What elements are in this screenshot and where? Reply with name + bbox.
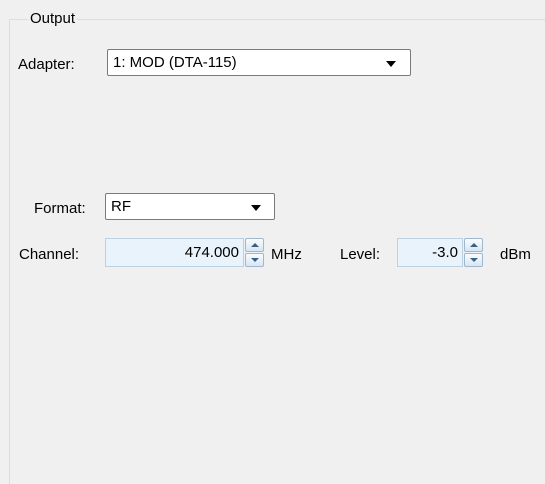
- channel-decrement-button[interactable]: [245, 253, 264, 267]
- level-input[interactable]: -3.0: [397, 238, 463, 267]
- channel-unit: MHz: [271, 246, 302, 263]
- level-value: -3.0: [432, 244, 458, 261]
- level-decrement-button[interactable]: [464, 253, 483, 267]
- channel-label: Channel:: [19, 246, 80, 263]
- channel-value: 474.000: [184, 244, 239, 261]
- channel-input[interactable]: 474.000: [105, 238, 244, 267]
- arrow-down-icon: [251, 258, 259, 262]
- arrow-up-icon: [470, 243, 478, 247]
- format-label: Format:: [34, 200, 86, 217]
- level-unit: dBm: [500, 246, 531, 263]
- adapter-dropdown[interactable]: 1: MOD (DTA-115): [107, 49, 411, 76]
- format-dropdown-value: RF: [111, 198, 131, 215]
- channel-spinner: [245, 238, 264, 267]
- adapter-dropdown-value: 1: MOD (DTA-115): [113, 54, 237, 71]
- level-label: Level:: [340, 246, 381, 263]
- output-panel: Output Adapter: 1: MOD (DTA-115) Format:…: [0, 0, 545, 484]
- channel-increment-button[interactable]: [245, 238, 264, 252]
- arrow-up-icon: [251, 243, 259, 247]
- level-spinner: [464, 238, 483, 267]
- format-dropdown[interactable]: RF: [105, 193, 275, 220]
- adapter-label: Adapter:: [18, 56, 75, 73]
- level-increment-button[interactable]: [464, 238, 483, 252]
- arrow-down-icon: [470, 258, 478, 262]
- chevron-down-icon: [251, 205, 261, 211]
- output-group-title: Output: [28, 10, 78, 28]
- chevron-down-icon: [386, 61, 396, 67]
